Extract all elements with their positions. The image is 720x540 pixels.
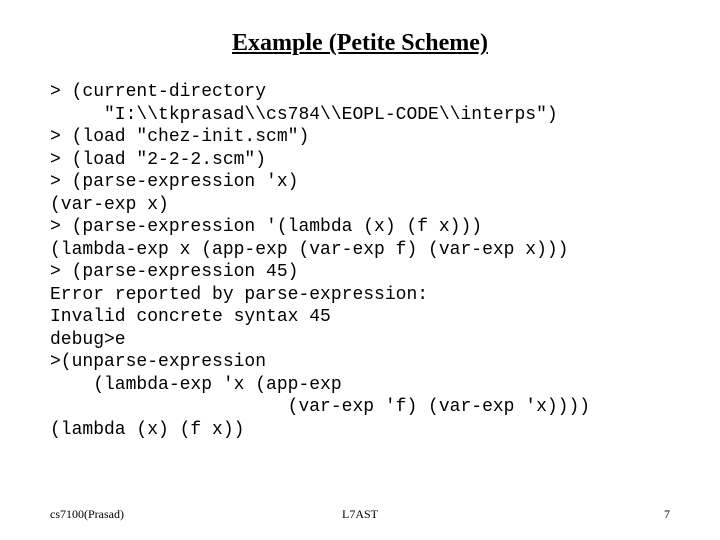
- footer-center: L7AST: [50, 507, 670, 522]
- slide: Example (Petite Scheme) > (current-direc…: [0, 0, 720, 540]
- code-block: > (current-directory "I:\\tkprasad\\cs78…: [50, 81, 670, 441]
- footer: cs7100(Prasad) L7AST 7: [50, 507, 670, 522]
- slide-title: Example (Petite Scheme): [50, 30, 670, 57]
